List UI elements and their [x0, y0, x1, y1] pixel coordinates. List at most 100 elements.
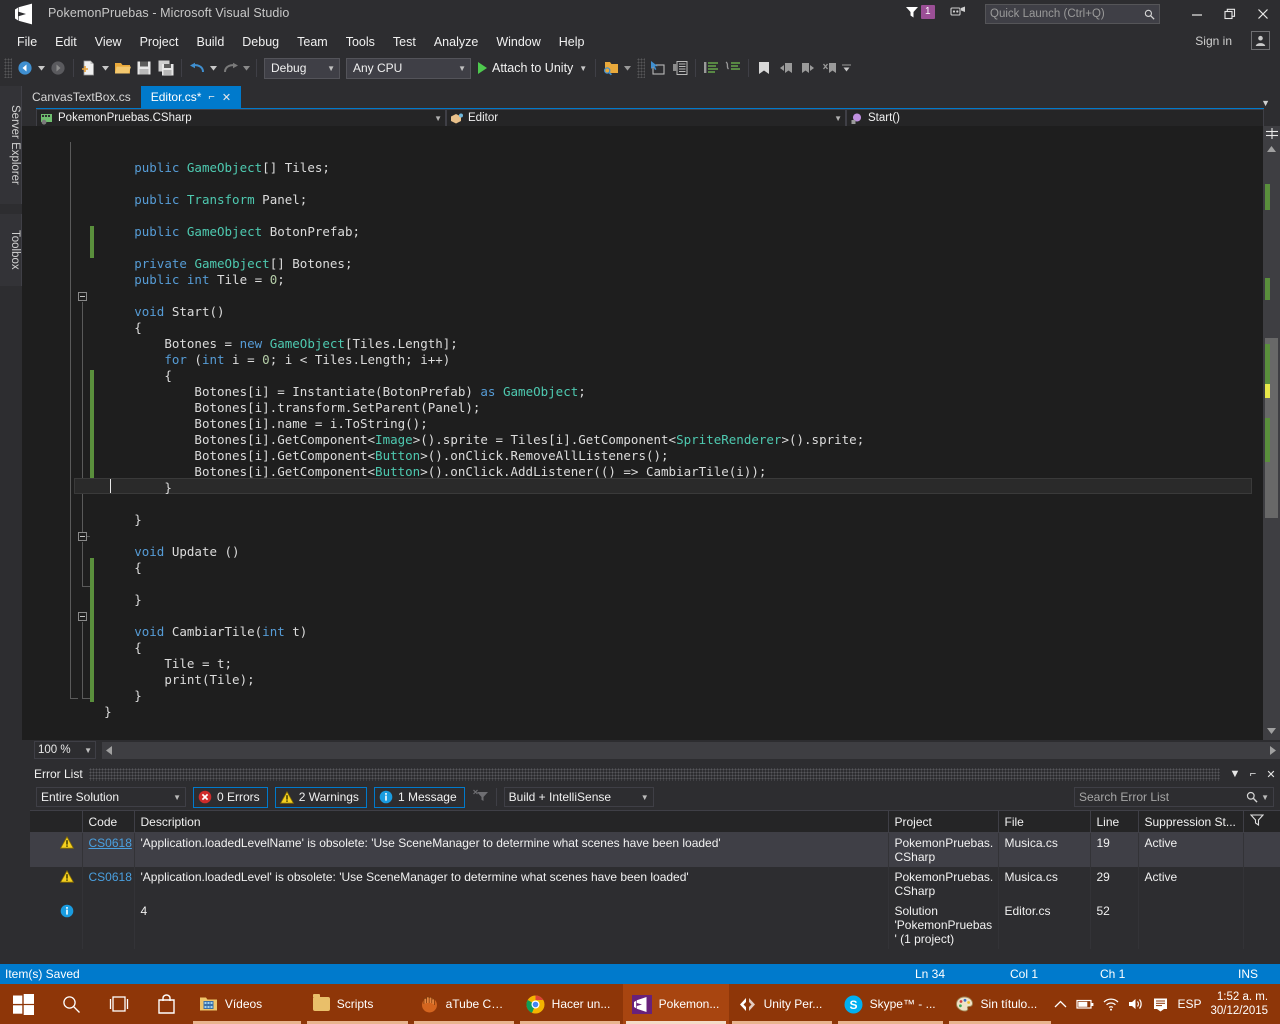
menu-project[interactable]: Project: [131, 32, 188, 52]
send-feedback-icon[interactable]: [950, 5, 966, 21]
redo-button[interactable]: [219, 57, 241, 79]
col-description[interactable]: Description: [134, 810, 889, 833]
restore-button[interactable]: [1213, 0, 1246, 28]
volume-icon[interactable]: [1128, 997, 1144, 1011]
tab-list-dropdown[interactable]: ▼: [1251, 98, 1280, 108]
clear-filter-button[interactable]: [472, 789, 489, 806]
scroll-right-arrow-icon[interactable]: [1268, 745, 1277, 756]
uncomment-lines-button[interactable]: [722, 57, 744, 79]
warnings-toggle[interactable]: 2 Warnings: [274, 786, 367, 808]
taskbar-item-scripts[interactable]: Scripts: [304, 984, 411, 1024]
tab-canvastextbox-cs[interactable]: CanvasTextBox.cs: [22, 86, 141, 108]
table-row[interactable]: CS0618 'Application.loadedLevel' is obso…: [30, 867, 1280, 901]
solution-platform-combo[interactable]: Any CPU ▼: [346, 57, 471, 79]
errors-toggle[interactable]: 0 Errors: [193, 786, 268, 808]
menu-test[interactable]: Test: [384, 32, 425, 52]
network-wifi-icon[interactable]: [1103, 997, 1119, 1011]
solution-configuration-combo[interactable]: Debug ▼: [264, 57, 340, 79]
table-row[interactable]: CS0618 'Application.loadedLevelName' is …: [30, 832, 1280, 867]
error-list-search-box[interactable]: ▼: [1074, 787, 1274, 807]
battery-icon[interactable]: [1076, 997, 1094, 1011]
close-icon[interactable]: ✕: [222, 91, 231, 104]
col-code[interactable]: Code: [82, 810, 135, 833]
col-project[interactable]: Project: [888, 810, 999, 833]
action-center-icon[interactable]: [1153, 997, 1168, 1012]
start-button[interactable]: [0, 984, 47, 1024]
col-file[interactable]: File: [998, 810, 1091, 833]
taskbar-item-atube-catcher[interactable]: aTube Ca...: [411, 984, 517, 1024]
row-code-cell[interactable]: CS0618: [82, 867, 135, 901]
menu-edit[interactable]: Edit: [46, 32, 86, 52]
col-suppression[interactable]: Suppression St...: [1138, 810, 1244, 833]
panel-menu-button[interactable]: ▼: [1226, 768, 1244, 780]
scope-combo[interactable]: Entire Solution ▼: [36, 787, 186, 807]
open-file-button[interactable]: [111, 57, 133, 79]
taskbar-item-videos[interactable]: Vídeos: [190, 984, 304, 1024]
menu-window[interactable]: Window: [487, 32, 549, 52]
clear-bookmarks-button[interactable]: [819, 57, 841, 79]
close-icon[interactable]: ✕: [1262, 768, 1280, 781]
close-button[interactable]: [1246, 0, 1279, 28]
taskbar-item-skype[interactable]: S Skype™ - ...: [835, 984, 946, 1024]
menu-tools[interactable]: Tools: [337, 32, 384, 52]
row-code-cell[interactable]: CS0618: [82, 832, 135, 867]
sidebar-tab-toolbox[interactable]: Toolbox: [0, 214, 22, 286]
scroll-up-arrow-icon[interactable]: [1266, 144, 1277, 155]
tray-expand-icon[interactable]: [1054, 1000, 1067, 1009]
scroll-down-arrow-icon[interactable]: [1266, 725, 1277, 736]
save-button[interactable]: [133, 57, 155, 79]
pin-icon[interactable]: ⌐: [208, 91, 214, 103]
taskbar-item-chrome[interactable]: Hacer un...: [517, 984, 623, 1024]
editor-vertical-scrollbar[interactable]: [1263, 126, 1280, 740]
error-code-link[interactable]: CS0618: [89, 836, 132, 850]
solution-explorer-dropdown[interactable]: [622, 57, 633, 79]
col-icon[interactable]: [30, 810, 83, 833]
col-line[interactable]: Line: [1090, 810, 1139, 833]
attach-to-unity-button[interactable]: Attach to Unity ▼: [474, 57, 591, 79]
quick-launch-input[interactable]: [990, 8, 1144, 20]
toggle-bookmark-button[interactable]: [753, 57, 775, 79]
tab-editor-cs[interactable]: Editor.cs* ⌐ ✕: [140, 86, 242, 108]
minimize-button[interactable]: [1180, 0, 1213, 28]
previous-bookmark-button[interactable]: [775, 57, 797, 79]
code-editor[interactable]: public GameObject[] Tiles; public Transf…: [22, 126, 1280, 740]
undo-dropdown[interactable]: [208, 57, 219, 79]
new-project-button[interactable]: [78, 57, 100, 79]
editor-zoom-combo[interactable]: 100 % ▼: [34, 741, 96, 759]
next-bookmark-button[interactable]: [797, 57, 819, 79]
error-list-search-input[interactable]: [1079, 790, 1247, 804]
undo-button[interactable]: [186, 57, 208, 79]
redo-dropdown[interactable]: [241, 57, 252, 79]
search-button[interactable]: [47, 984, 94, 1024]
editor-horizontal-scrollbar[interactable]: [102, 741, 1280, 759]
menu-team[interactable]: Team: [288, 32, 337, 52]
panel-drag-handle[interactable]: [88, 767, 1220, 781]
tray-language[interactable]: ESP: [1177, 997, 1201, 1011]
sidebar-tab-server-explorer[interactable]: Server Explorer: [0, 86, 22, 204]
store-button[interactable]: [142, 984, 189, 1024]
back-dropdown[interactable]: [36, 57, 47, 79]
save-all-button[interactable]: [155, 57, 177, 79]
taskbar-item-unity[interactable]: Unity Per...: [729, 984, 835, 1024]
new-project-dropdown[interactable]: [100, 57, 111, 79]
navigate-forward-button[interactable]: [47, 57, 69, 79]
menu-help[interactable]: Help: [550, 32, 594, 52]
chevron-down-icon[interactable]: ▼: [1261, 793, 1269, 802]
source-filter-combo[interactable]: Build + IntelliSense ▼: [503, 787, 654, 807]
code-text[interactable]: public GameObject[] Tiles; public Transf…: [74, 126, 1240, 740]
project-selector-combo[interactable]: PokemonPruebas.CSharp ▼: [36, 109, 446, 127]
table-row[interactable]: 4 Solution 'PokemonPruebas ' (1 project)…: [30, 901, 1280, 949]
taskbar-clock[interactable]: 1:52 a. m. 30/12/2015: [1210, 990, 1272, 1018]
error-code-link[interactable]: CS0618: [89, 870, 132, 884]
taskbar-item-paint[interactable]: Sin título...: [946, 984, 1055, 1024]
menu-build[interactable]: Build: [187, 32, 233, 52]
member-selector-combo[interactable]: Start(): [846, 109, 1264, 127]
menu-debug[interactable]: Debug: [233, 32, 288, 52]
menu-analyze[interactable]: Analyze: [425, 32, 487, 52]
quick-launch-box[interactable]: [985, 4, 1160, 24]
menu-file[interactable]: File: [8, 32, 46, 52]
navigate-backward-button[interactable]: [14, 57, 36, 79]
class-view-button[interactable]: [669, 57, 691, 79]
col-filter-button[interactable]: [1243, 810, 1280, 833]
scroll-left-arrow-icon[interactable]: [105, 745, 114, 756]
